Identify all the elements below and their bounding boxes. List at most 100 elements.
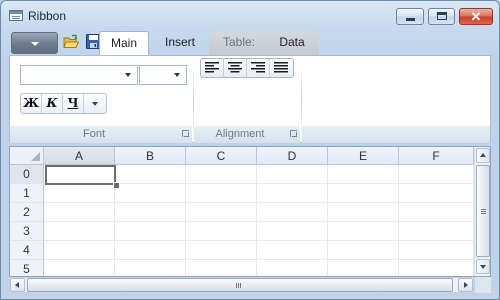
select-all-corner[interactable] xyxy=(10,147,44,165)
arrow-down-icon xyxy=(480,265,486,269)
close-icon: ✕ xyxy=(470,9,482,24)
grid-cell-d5[interactable] xyxy=(257,260,328,276)
close-button[interactable]: ✕ xyxy=(459,8,493,25)
spreadsheet-grid[interactable]: A B C D E F 0 1 2 3 4 5 xyxy=(9,146,491,277)
dialog-launcher-icon[interactable] xyxy=(290,130,297,137)
align-right-button[interactable] xyxy=(247,59,270,77)
grid-cell-f1[interactable] xyxy=(399,184,474,203)
grid-cell-b5[interactable] xyxy=(115,260,186,276)
grid-cell-b2[interactable] xyxy=(115,203,186,222)
row-header-4[interactable]: 4 xyxy=(10,241,44,260)
grid-cell-a2[interactable] xyxy=(44,203,115,222)
align-left-icon xyxy=(205,62,219,73)
title-bar[interactable]: Ribbon ✕ xyxy=(1,1,499,31)
justify-button[interactable] xyxy=(270,59,293,77)
column-header-c[interactable]: C xyxy=(186,147,257,165)
row-header-5[interactable]: 5 xyxy=(10,260,44,276)
ribbon-tab-row: Main Insert Table: Data xyxy=(9,31,491,55)
grid-cell-b0[interactable] xyxy=(115,165,186,184)
active-cell-a0[interactable] xyxy=(45,165,116,185)
dialog-launcher-icon[interactable] xyxy=(182,130,189,137)
bold-button[interactable]: Ж xyxy=(21,94,42,113)
scroll-left-button[interactable] xyxy=(10,278,25,292)
column-header-f[interactable]: F xyxy=(399,147,474,165)
column-header-b[interactable]: B xyxy=(115,147,186,165)
grid-cell-c2[interactable] xyxy=(186,203,257,222)
grid-cell-c0[interactable] xyxy=(186,165,257,184)
window-app-icon[interactable] xyxy=(9,10,23,21)
grid-cell-a3[interactable] xyxy=(44,222,115,241)
horizontal-scroll-thumb[interactable] xyxy=(27,278,453,292)
grid-cell-e0[interactable] xyxy=(328,165,399,184)
contextual-group-label-table: Table: xyxy=(222,35,256,49)
grid-cell-b1[interactable] xyxy=(115,184,186,203)
grip-icon xyxy=(236,283,237,288)
chevron-down-icon xyxy=(125,73,131,77)
grid-cell-a4[interactable] xyxy=(44,241,115,260)
grid-cell-e3[interactable] xyxy=(328,222,399,241)
grid-cell-d1[interactable] xyxy=(257,184,328,203)
underline-button[interactable]: Ч xyxy=(63,94,84,113)
horizontal-scrollbar[interactable] xyxy=(9,277,474,293)
italic-button[interactable]: К xyxy=(42,94,63,113)
font-size-combo[interactable] xyxy=(139,65,187,85)
grid-cell-f3[interactable] xyxy=(399,222,474,241)
open-folder-icon[interactable] xyxy=(63,34,79,49)
align-right-icon xyxy=(251,62,265,73)
grid-cell-a5[interactable] xyxy=(44,260,115,276)
font-group-footer: Font xyxy=(10,126,192,143)
vertical-scrollbar[interactable] xyxy=(474,147,490,276)
grid-cell-f5[interactable] xyxy=(399,260,474,276)
grid-cell-f2[interactable] xyxy=(399,203,474,222)
grid-cell-e5[interactable] xyxy=(328,260,399,276)
grid-cell-b4[interactable] xyxy=(115,241,186,260)
font-family-combo[interactable] xyxy=(20,65,138,85)
grid-cell-d3[interactable] xyxy=(257,222,328,241)
align-center-icon xyxy=(228,62,242,73)
grid-cell-d4[interactable] xyxy=(257,241,328,260)
alignment-group-footer: Alignment xyxy=(194,126,300,143)
grid-cell-a1[interactable] xyxy=(44,184,115,203)
row-header-2[interactable]: 2 xyxy=(10,203,44,222)
underline-options-dropdown[interactable] xyxy=(84,94,106,113)
grid-cell-d2[interactable] xyxy=(257,203,328,222)
column-header-e[interactable]: E xyxy=(328,147,399,165)
grid-cell-f0[interactable] xyxy=(399,165,474,184)
scroll-down-button[interactable] xyxy=(476,259,490,274)
minimize-button[interactable] xyxy=(396,8,424,25)
grid-cell-b3[interactable] xyxy=(115,222,186,241)
align-center-button[interactable] xyxy=(224,59,247,77)
grid-cell-c3[interactable] xyxy=(186,222,257,241)
grid-cell-f4[interactable] xyxy=(399,241,474,260)
grid-cell-c1[interactable] xyxy=(186,184,257,203)
tab-data[interactable]: Data xyxy=(266,31,318,55)
maximize-button[interactable] xyxy=(428,8,455,25)
align-left-button[interactable] xyxy=(201,59,224,77)
grid-cell-d0[interactable] xyxy=(257,165,328,184)
arrow-right-icon xyxy=(464,282,468,288)
vertical-scroll-thumb[interactable] xyxy=(476,165,490,257)
fill-handle[interactable] xyxy=(113,182,120,189)
grid-cell-e1[interactable] xyxy=(328,184,399,203)
row-header-1[interactable]: 1 xyxy=(10,184,44,203)
grid-cell-e2[interactable] xyxy=(328,203,399,222)
grid-cell-e4[interactable] xyxy=(328,241,399,260)
grid-cell-c4[interactable] xyxy=(186,241,257,260)
application-menu-button[interactable] xyxy=(11,32,58,54)
grid-cell-c5[interactable] xyxy=(186,260,257,276)
chevron-down-icon xyxy=(174,73,180,77)
arrow-up-icon xyxy=(480,153,486,157)
tab-insert[interactable]: Insert xyxy=(154,31,206,55)
scrollbar-corner xyxy=(475,277,491,293)
row-header-0[interactable]: 0 xyxy=(10,165,44,184)
window-title: Ribbon xyxy=(28,9,67,23)
column-header-a[interactable]: A xyxy=(44,147,115,165)
font-group-title: Font xyxy=(82,128,105,140)
tab-main[interactable]: Main xyxy=(99,31,149,55)
column-header-d[interactable]: D xyxy=(257,147,328,165)
scroll-up-button[interactable] xyxy=(476,148,490,163)
scroll-right-button[interactable] xyxy=(458,278,473,292)
row-header-3[interactable]: 3 xyxy=(10,222,44,241)
alignment-group-title: Alignment xyxy=(215,128,265,140)
minimize-icon xyxy=(406,18,415,21)
